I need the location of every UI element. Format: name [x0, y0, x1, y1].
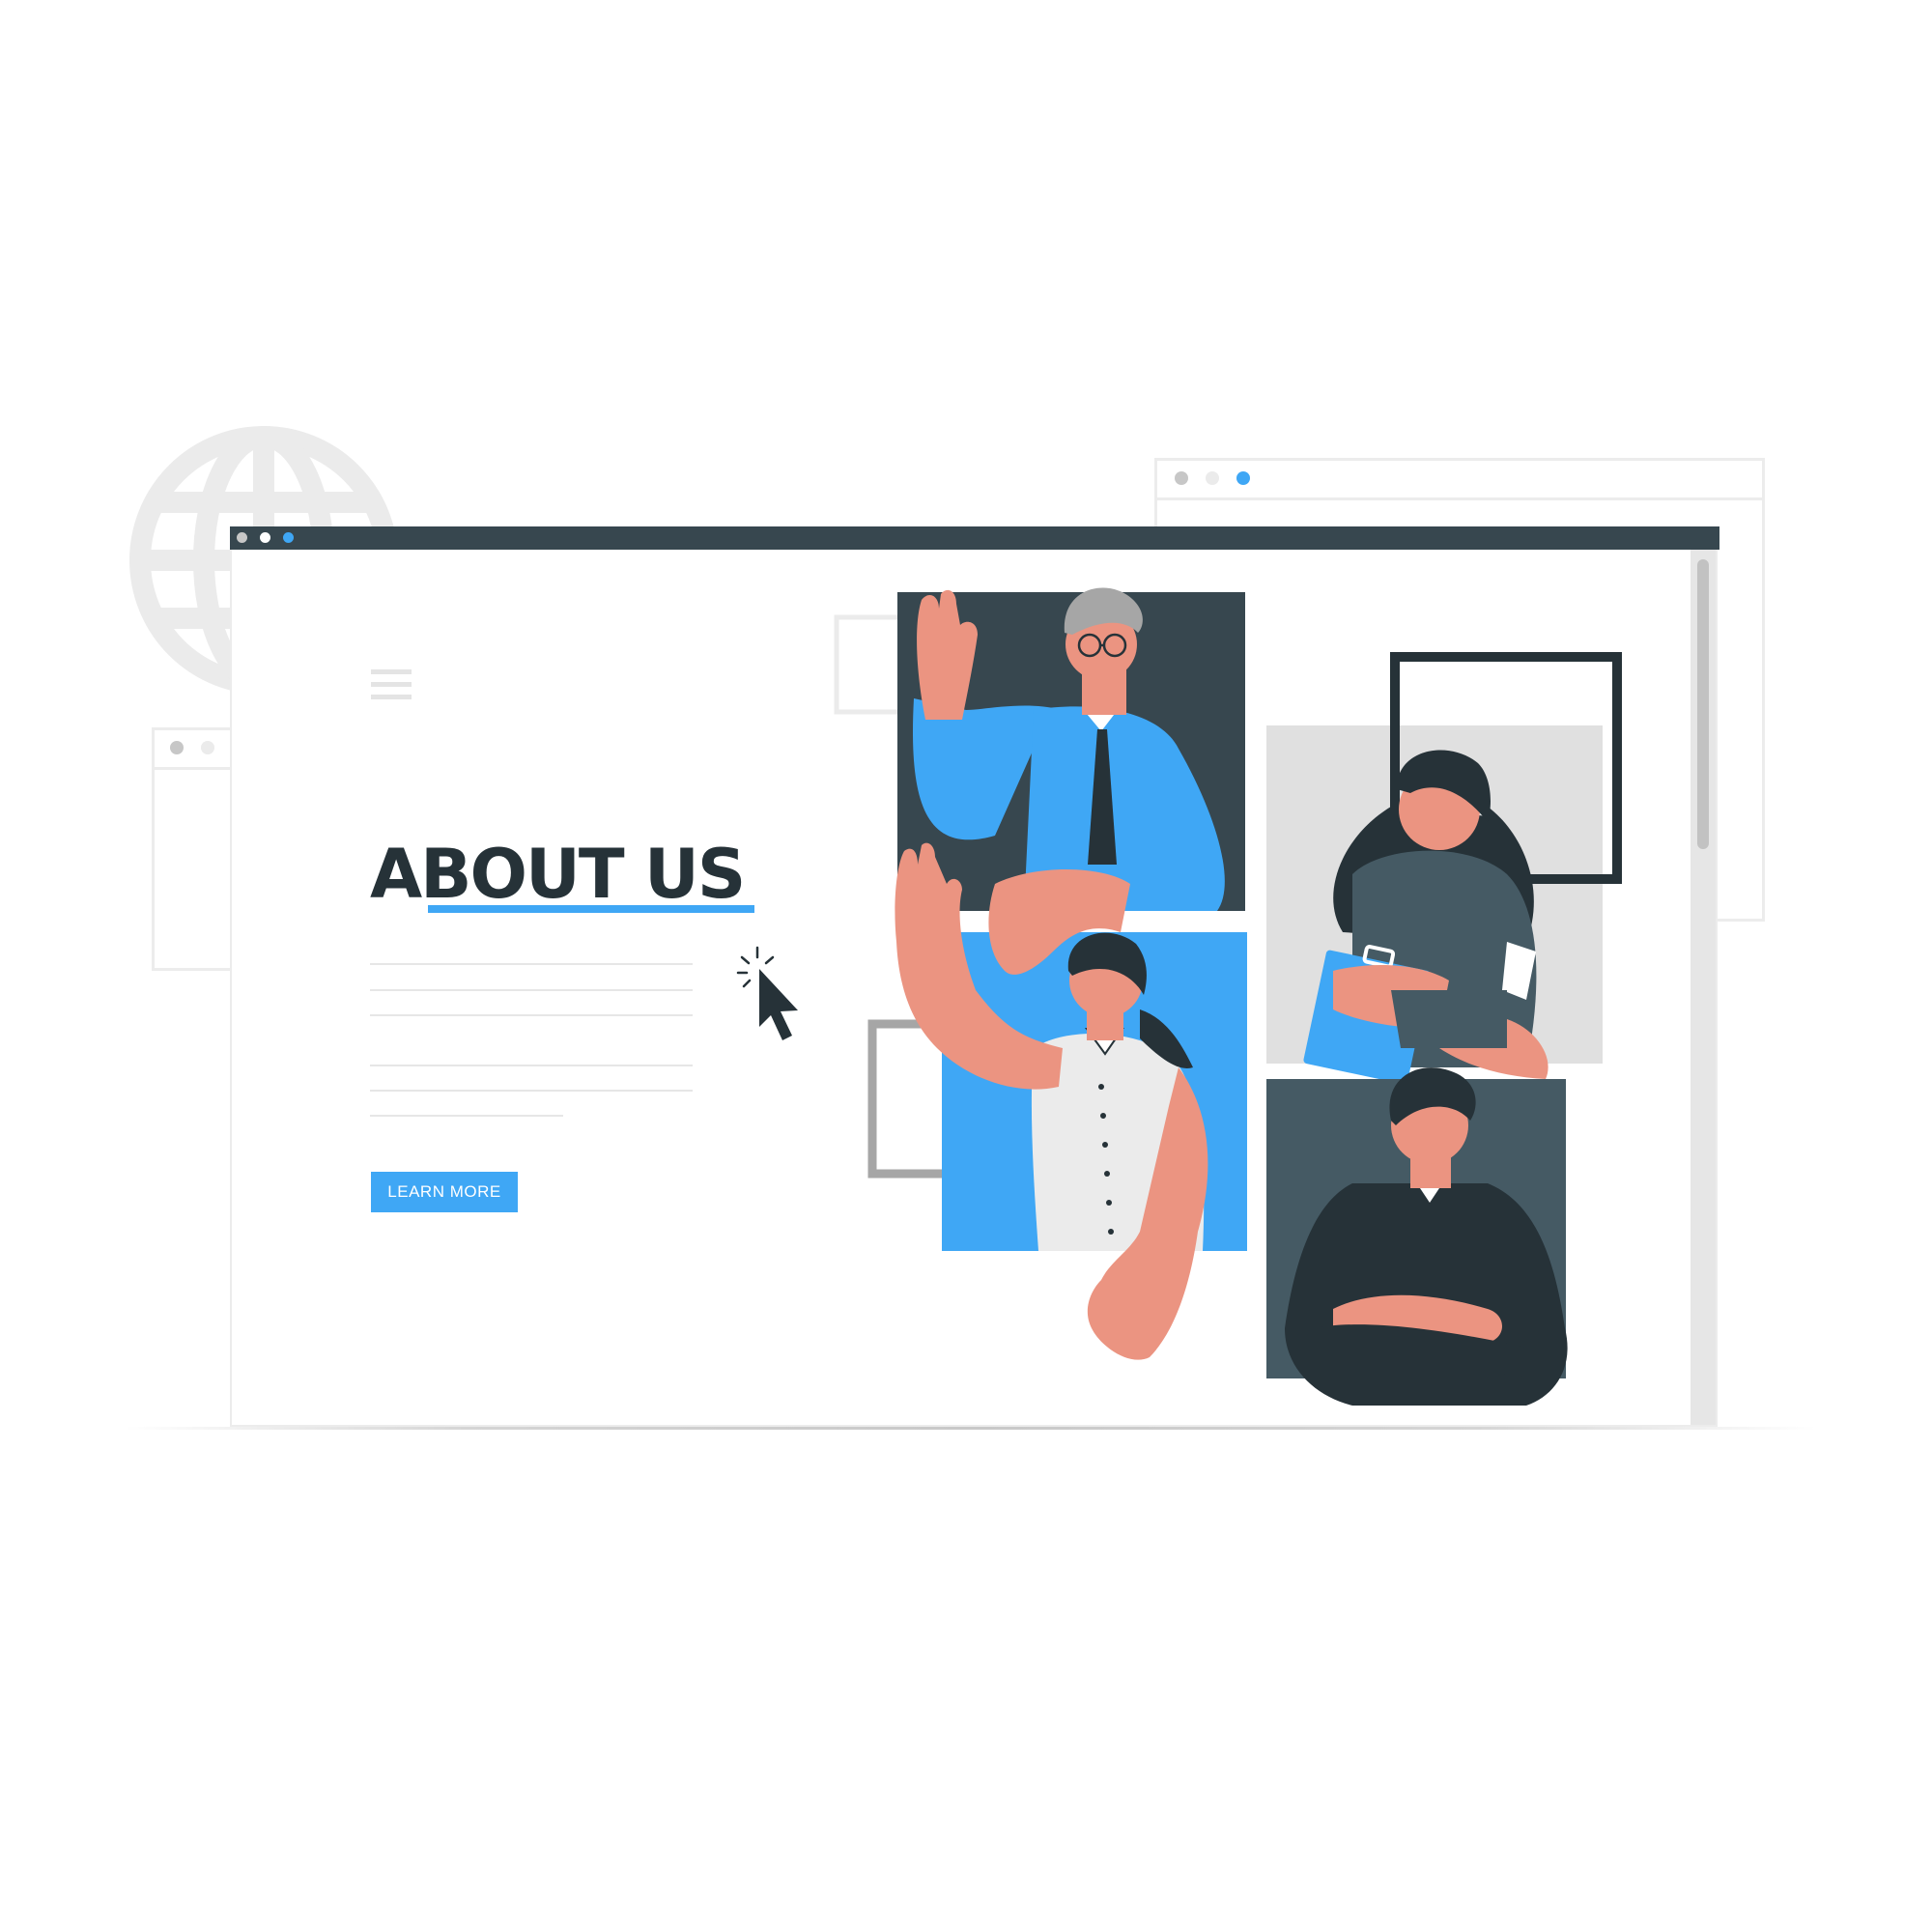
title-underline [428, 905, 754, 913]
team-member-card [1266, 1067, 1568, 1406]
window-dot [201, 741, 214, 754]
window-dot [1236, 471, 1250, 485]
page-title: ABOUT US [370, 835, 746, 914]
team-member-card [1266, 652, 1622, 1085]
team-illustration [834, 587, 1622, 1406]
ground-shadow [126, 1427, 1816, 1430]
cursor-pointer-icon [736, 946, 798, 1040]
hamburger-menu-icon[interactable] [371, 669, 412, 706]
browser-titlebar [230, 526, 1719, 550]
window-maximize-dot[interactable] [283, 532, 294, 543]
window-minimize-dot[interactable] [260, 532, 270, 543]
background-window-titlebar [1157, 461, 1762, 500]
scrollbar-thumb[interactable] [1697, 559, 1709, 849]
window-close-dot[interactable] [237, 532, 247, 543]
team-member-card [897, 587, 1245, 911]
scrollbar[interactable] [1690, 550, 1716, 1425]
window-dot [1175, 471, 1188, 485]
learn-more-button[interactable]: LEARN MORE [371, 1172, 518, 1212]
window-dot [1206, 471, 1219, 485]
window-dot [170, 741, 184, 754]
browser-window: ABOUT US LEARN MORE [230, 526, 1719, 1427]
